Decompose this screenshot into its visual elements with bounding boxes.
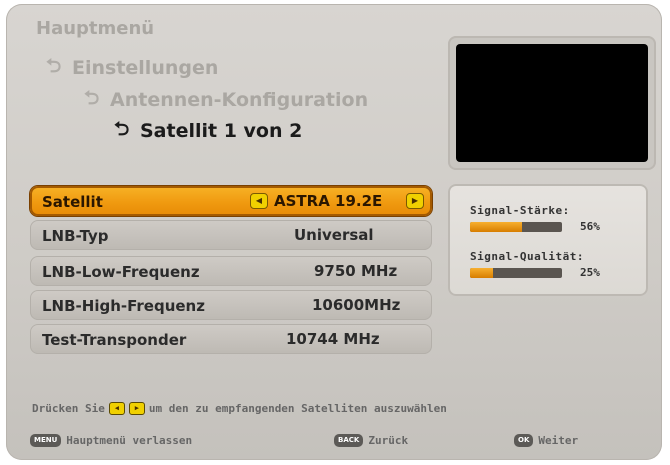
back-key-icon: BACK <box>334 434 364 447</box>
lnb-low-frequency-value: 9750 MHz <box>314 262 398 280</box>
lnb-type-row[interactable]: LNB-Typ Universal <box>30 220 432 250</box>
signal-strength-fill <box>470 222 522 232</box>
signal-quality-bar <box>470 268 562 278</box>
video-preview-frame <box>448 36 656 170</box>
test-transponder-value: 10744 MHz <box>286 330 380 348</box>
right-key-icon: ▶ <box>128 402 145 415</box>
lnb-high-frequency-label: LNB-High-Frequenz <box>42 297 205 315</box>
breadcrumb-label: Antennen-Konfiguration <box>110 89 369 111</box>
lnb-type-label: LNB-Typ <box>42 227 109 245</box>
lnb-low-frequency-label: LNB-Low-Frequenz <box>42 263 200 281</box>
hint-suffix: um den zu empfangenden Satelliten auszuw… <box>148 402 447 415</box>
lnb-type-value: Universal <box>294 226 374 244</box>
menu-exit-label: Hauptmenü verlassen <box>66 434 193 447</box>
left-key-icon: ◀ <box>108 402 125 415</box>
next-button[interactable]: OK Weiter <box>514 434 578 447</box>
return-arrow-icon: ⮌ <box>114 118 130 140</box>
signal-strength-label: Signal-Stärke: <box>470 204 570 217</box>
lnb-high-frequency-value: 10600MHz <box>312 296 401 314</box>
return-arrow-icon: ⮌ <box>84 87 100 109</box>
back-button[interactable]: BACK Zurück <box>334 434 408 447</box>
signal-panel: Signal-Stärke: 56% Signal-Qualität: 25% <box>448 184 648 296</box>
signal-quality-label: Signal-Qualität: <box>470 250 584 263</box>
video-preview <box>456 44 648 162</box>
return-arrow-icon: ⮌ <box>46 55 62 77</box>
menu-exit-button[interactable]: MENU Hauptmenü verlassen <box>30 434 192 447</box>
satellite-value: ASTRA 19.2E <box>274 192 383 210</box>
test-transponder-label: Test-Transponder <box>42 331 187 349</box>
satellite-label: Satellit <box>42 193 103 211</box>
breadcrumb-antenna-config[interactable]: ⮌ Antennen-Konfiguration <box>84 84 368 116</box>
next-label: Weiter <box>538 434 579 447</box>
breadcrumb-settings[interactable]: ⮌ Einstellungen <box>46 52 218 84</box>
test-transponder-row[interactable]: Test-Transponder 10744 MHz <box>30 324 432 354</box>
page-title-label: Satellit 1 von 2 <box>140 120 303 142</box>
breadcrumb-label: Hauptmenü <box>36 18 155 39</box>
signal-quality-fill <box>470 268 493 278</box>
lnb-high-frequency-row[interactable]: LNB-High-Frequenz 10600MHz <box>30 290 432 320</box>
navigation-hint: Drücken Sie ◀ ▶ um den zu empfangenden S… <box>32 402 447 415</box>
breadcrumb-label: Einstellungen <box>72 57 219 79</box>
signal-quality-value: 25% <box>580 266 600 279</box>
tv-menu-screen: Hauptmenü ⮌ Einstellungen ⮌ Antennen-Kon… <box>6 4 662 460</box>
signal-strength-bar <box>470 222 562 232</box>
arrow-left-icon[interactable]: ◀ <box>250 193 268 209</box>
lnb-low-frequency-row[interactable]: LNB-Low-Frequenz 9750 MHz <box>30 256 432 286</box>
ok-key-icon: OK <box>514 434 534 447</box>
satellite-row[interactable]: Satellit ◀ ASTRA 19.2E ▶ <box>30 186 432 216</box>
menu-key-icon: MENU <box>30 434 62 447</box>
page-title: ⮌ Satellit 1 von 2 <box>114 115 302 147</box>
back-label: Zurück <box>368 434 409 447</box>
signal-strength-value: 56% <box>580 220 600 233</box>
breadcrumb-main-menu[interactable]: Hauptmenü <box>36 18 154 39</box>
arrow-right-icon[interactable]: ▶ <box>406 193 424 209</box>
hint-prefix: Drücken Sie <box>32 402 105 415</box>
